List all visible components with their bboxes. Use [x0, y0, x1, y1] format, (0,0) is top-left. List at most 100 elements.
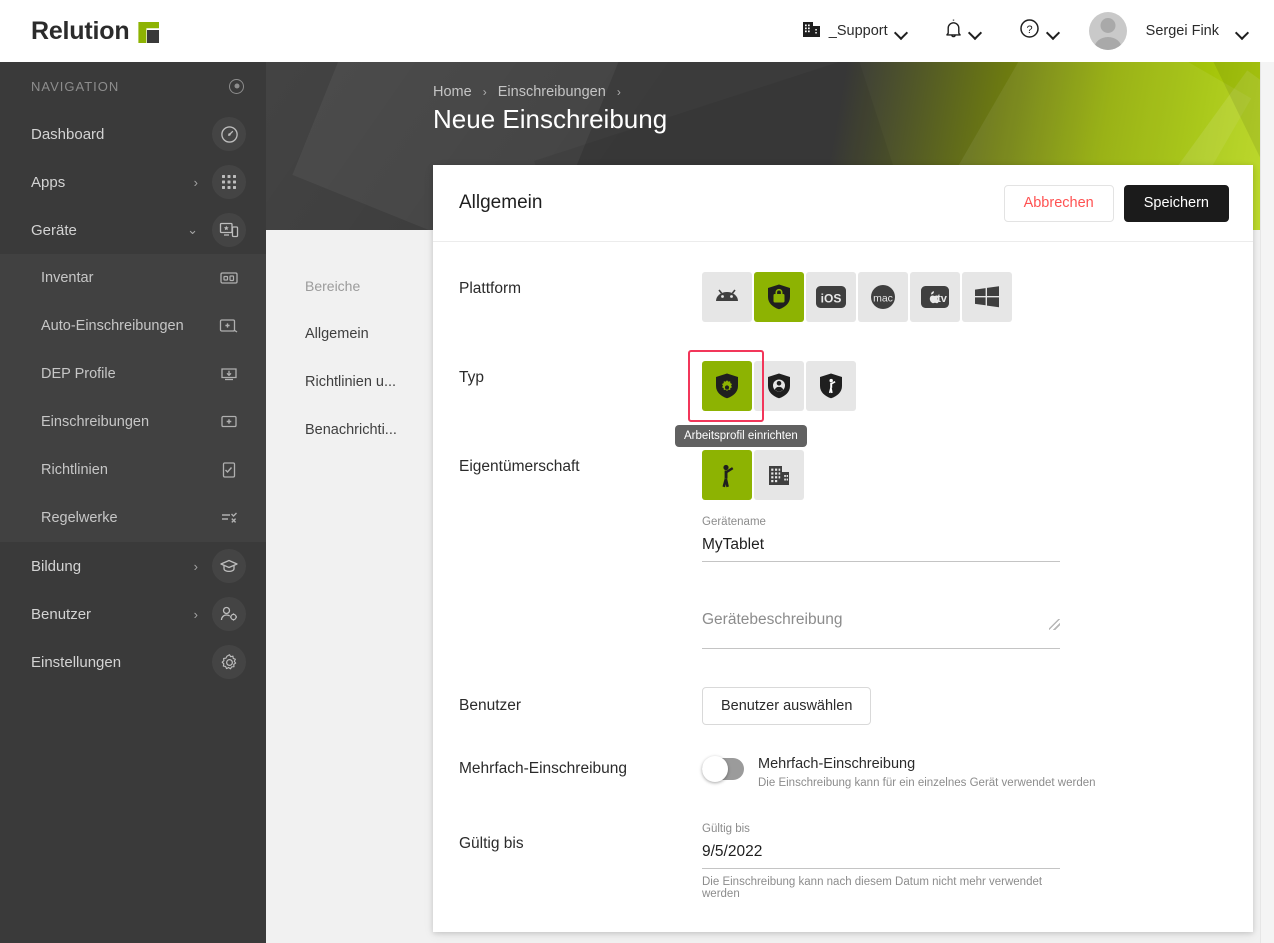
breadcrumb-separator: ›	[482, 85, 487, 99]
sidebar-item-einstellungen[interactable]: Einstellungen	[0, 638, 266, 686]
sidebar-item-benutzer[interactable]: Benutzer ›	[0, 590, 266, 638]
form-row-device-description: Gerätebeschreibung	[459, 592, 1227, 649]
devices-icon	[212, 213, 246, 247]
avatar	[1088, 12, 1127, 50]
app-root: Relution _Support ? Sergei Fink Home › E…	[0, 0, 1274, 943]
form-row-type: Typ Arbeitsprofil einrichten	[459, 350, 1227, 447]
shield-briefcase-icon	[768, 284, 790, 310]
graduation-cap-icon	[212, 549, 246, 583]
sidebar-item-geraete[interactable]: Geräte ⌄	[0, 206, 266, 254]
sidebar-item-dep-profile[interactable]: DEP Profile	[0, 350, 266, 398]
form-card-header: Allgemein Abbrechen Speichern	[433, 165, 1253, 242]
sidebar-item-label: Auto-Einschreibungen	[41, 318, 184, 334]
type-option-work-profile[interactable]	[702, 361, 752, 411]
question-circle-icon: ?	[1019, 18, 1040, 44]
save-button[interactable]: Speichern	[1123, 184, 1229, 222]
user-label: Benutzer	[459, 697, 522, 714]
sidebar-item-bildung[interactable]: Bildung ›	[0, 542, 266, 590]
sidebar-item-dashboard[interactable]: Dashboard	[0, 110, 266, 158]
ownership-label: Eigentümerschaft	[459, 458, 580, 475]
user-menu[interactable]: Sergei Fink	[1088, 6, 1256, 56]
building-icon	[802, 19, 821, 43]
sidebar-item-label: DEP Profile	[41, 366, 116, 382]
page-scrollbar[interactable]	[1260, 62, 1274, 943]
page-title: Neue Einschreibung	[433, 104, 668, 134]
multi-enrollment-toggle[interactable]	[702, 756, 744, 782]
multi-enrollment-toggle-text: Mehrfach-Einschreibung Die Einschreibung…	[758, 756, 1096, 789]
breadcrumb-item-einschreibungen[interactable]: Einschreibungen	[498, 84, 606, 100]
type-option-fully-managed[interactable]	[754, 361, 804, 411]
sidebar-item-label: Apps	[31, 173, 66, 191]
form-row-device-name: Gerätename MyTablet	[459, 514, 1227, 562]
android-head-icon	[716, 289, 738, 301]
platform-option-windows[interactable]	[962, 272, 1012, 322]
user-settings-icon	[212, 597, 246, 631]
sidebar-item-regelwerke[interactable]: Regelwerke	[0, 494, 266, 542]
form-row-valid-until: Gültig bis Gültig bis 9/5/2022 Die Einsc…	[459, 821, 1227, 900]
valid-until-value[interactable]: 9/5/2022	[702, 840, 1060, 864]
sidebar: NAVIGATION Dashboard Apps › Geräte ⌄ Inv…	[0, 62, 266, 943]
platform-option-group: iOS mac tv	[702, 272, 1227, 322]
section-nav-item-allgemein[interactable]: Allgemein	[266, 310, 433, 358]
target-icon[interactable]	[229, 78, 244, 94]
sidebar-item-auto-einschreibungen[interactable]: Auto-Einschreibungen	[0, 302, 266, 350]
chevron-down-icon	[896, 28, 907, 35]
sidebar-item-label: Einschreibungen	[41, 414, 150, 430]
breadcrumb-item-home[interactable]: Home	[433, 84, 472, 100]
platform-option-tvos[interactable]: tv	[910, 272, 960, 322]
sidebar-item-label: Inventar	[41, 270, 94, 286]
sidebar-item-inventar[interactable]: Inventar	[0, 254, 266, 302]
svg-text:mac: mac	[873, 293, 893, 305]
sidebar-item-richtlinien[interactable]: Richtlinien	[0, 446, 266, 494]
org-selector[interactable]: _Support	[794, 13, 915, 49]
help-button[interactable]: ?	[1011, 12, 1067, 50]
shield-person-icon	[768, 373, 790, 399]
form-row-multi-enrollment: Mehrfach-Einschreibung Mehrfach-Einschre…	[459, 756, 1227, 789]
multi-enrollment-toggle-row: Mehrfach-Einschreibung Die Einschreibung…	[702, 756, 1227, 789]
chevron-right-icon: ›	[193, 558, 198, 574]
platform-option-android-enterprise[interactable]	[754, 272, 804, 322]
type-option-dedicated-device[interactable]	[806, 361, 856, 411]
platform-option-android[interactable]	[702, 272, 752, 322]
sidebar-item-label: Geräte	[31, 221, 77, 239]
shield-gear-icon	[716, 373, 738, 399]
device-name-field[interactable]: Gerätename MyTablet	[702, 516, 1060, 562]
device-name-value[interactable]: MyTablet	[702, 533, 1060, 557]
chevron-right-icon: ›	[193, 174, 198, 190]
multi-enrollment-label: Mehrfach-Einschreibung	[459, 760, 628, 777]
type-label: Typ	[459, 369, 484, 386]
notifications-button[interactable]	[937, 13, 989, 50]
form-row-ownership: Eigentümerschaft	[459, 450, 1227, 500]
platform-option-macos[interactable]: mac	[858, 272, 908, 322]
multi-enrollment-hint: Die Einschreibung kann für ein einzelnes…	[758, 777, 1096, 789]
device-description-spacer	[459, 592, 702, 600]
svg-text:tv: tv	[937, 293, 948, 305]
select-user-button[interactable]: Benutzer auswählen	[702, 687, 872, 725]
sidebar-item-label: Regelwerke	[41, 510, 118, 526]
chevron-down-icon: ⌄	[187, 222, 198, 237]
relution-flag-logo-icon	[138, 22, 160, 43]
ownership-option-personal[interactable]	[702, 450, 752, 500]
multi-enrollment-toggle-label: Mehrfach-Einschreibung	[758, 756, 916, 772]
brand-logo[interactable]: Relution	[31, 16, 160, 46]
platform-option-ios[interactable]: iOS	[806, 272, 856, 322]
sidebar-item-einschreibungen[interactable]: Einschreibungen	[0, 398, 266, 446]
device-name-label: Gerätename	[702, 516, 766, 528]
form-row-platform: Plattform iOS mac tv	[459, 272, 1227, 322]
top-bar: Relution _Support ? Sergei Fink	[0, 0, 1274, 62]
resize-handle-icon[interactable]	[1049, 619, 1060, 630]
valid-until-field[interactable]: Gültig bis 9/5/2022 Die Einschreibung ka…	[702, 823, 1060, 900]
form-row-user: Benutzer Benutzer auswählen	[459, 687, 1227, 725]
sidebar-item-apps[interactable]: Apps ›	[0, 158, 266, 206]
brand-name: Relution	[31, 16, 130, 45]
field-underline	[702, 561, 1060, 562]
building-icon	[769, 466, 789, 485]
ownership-option-company[interactable]	[754, 450, 804, 500]
cancel-button[interactable]: Abbrechen	[1003, 184, 1114, 222]
device-description-field[interactable]: Gerätebeschreibung	[702, 594, 1060, 649]
form-card: Allgemein Abbrechen Speichern Plattform	[433, 165, 1253, 932]
section-nav-item-richtlinien[interactable]: Richtlinien u...	[266, 358, 433, 406]
sidebar-item-label: Dashboard	[31, 125, 105, 143]
section-nav-item-benachrichtigungen[interactable]: Benachrichti...	[266, 406, 433, 454]
speedometer-icon	[212, 117, 246, 151]
